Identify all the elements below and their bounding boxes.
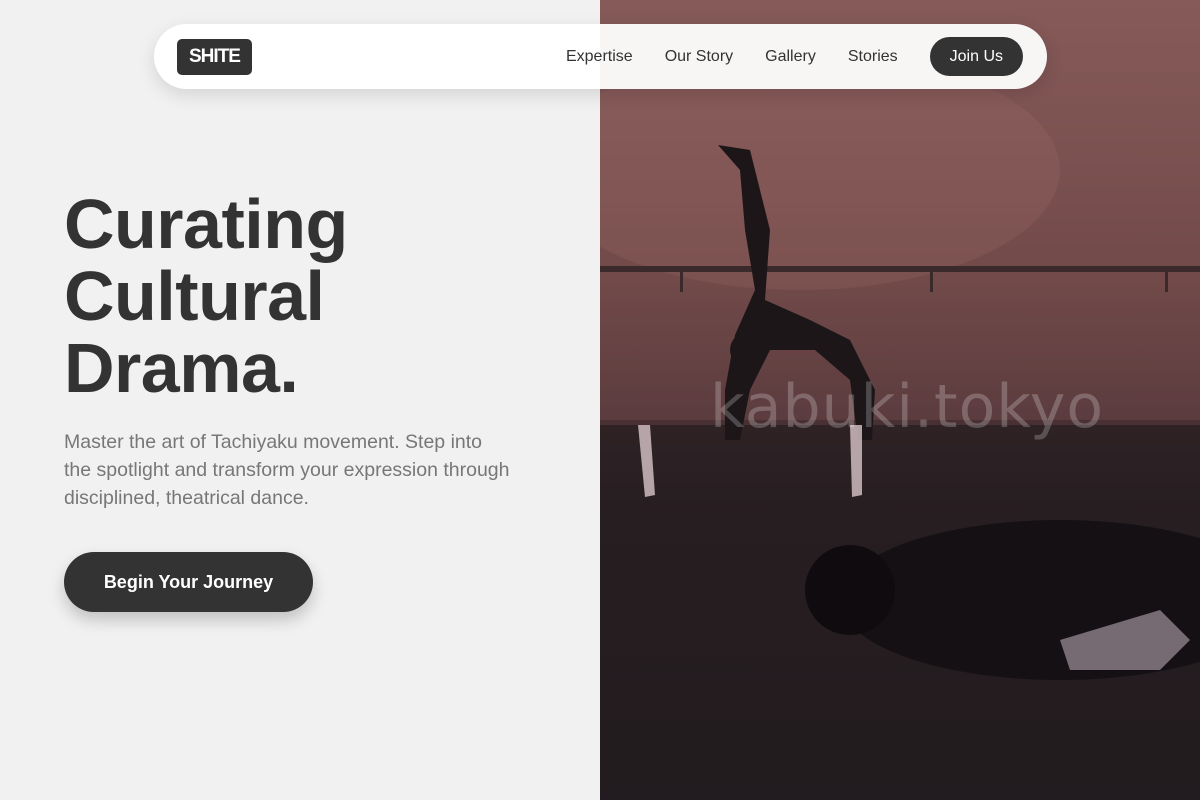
nav-link-stories[interactable]: Stories (848, 48, 898, 66)
hero-photo: kabuki.tokyo (600, 0, 1200, 800)
begin-journey-button[interactable]: Begin Your Journey (64, 552, 313, 612)
top-navbar: SHITE Expertise Our Story Gallery Storie… (154, 24, 1047, 89)
hero-title-line-1: Curating (64, 185, 348, 263)
brand-logo[interactable]: SHITE (177, 38, 252, 75)
barre-rail (600, 266, 1200, 272)
hero-description: Master the art of Tachiyaku movement. St… (64, 431, 510, 509)
nav-links: Expertise Our Story Gallery Stories Join… (566, 37, 1023, 76)
join-us-button[interactable]: Join Us (929, 37, 1023, 76)
image-watermark: kabuki.tokyo (710, 372, 1105, 442)
hero-title-line-3: Drama. (64, 329, 299, 407)
hero-title: Curating Cultural Drama. (64, 188, 564, 404)
nav-link-gallery[interactable]: Gallery (765, 48, 816, 66)
hero-title-line-2: Cultural (64, 257, 325, 335)
nav-link-our-story[interactable]: Our Story (665, 48, 733, 66)
nav-link-expertise[interactable]: Expertise (566, 48, 633, 66)
